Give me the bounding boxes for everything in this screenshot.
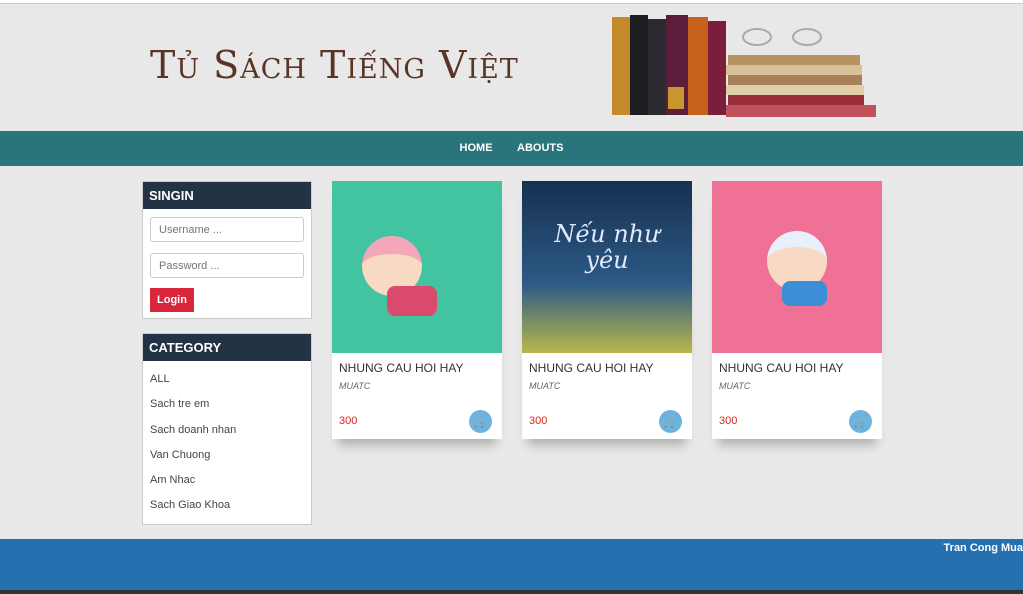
product-price: 300: [529, 415, 548, 427]
nav-abouts[interactable]: ABOUTS: [517, 131, 563, 166]
cart-icon[interactable]: 🛒: [469, 410, 492, 433]
product-author: MUATC: [529, 381, 561, 391]
product-title[interactable]: NHUNG CAU HOI HAY: [339, 361, 495, 375]
product-card[interactable]: Nếu như yêu NHUNG CAU HOI HAY MUATC 300 …: [522, 181, 692, 439]
category-item[interactable]: ALL: [143, 367, 311, 392]
category-item[interactable]: Van Chuong: [143, 443, 311, 468]
category-item[interactable]: Sach Giao Khoa: [143, 493, 311, 518]
username-input[interactable]: [150, 217, 304, 242]
password-input[interactable]: [150, 253, 304, 278]
header-banner: Tủ Sách Tiếng Việt: [0, 5, 1023, 131]
product-author: MUATC: [339, 381, 371, 391]
product-image[interactable]: [332, 181, 502, 353]
top-border: [0, 0, 1023, 4]
product-card[interactable]: NHUNG CAU HOI HAY MUATC 300 🛒: [332, 181, 502, 439]
login-button[interactable]: Login: [150, 288, 194, 312]
bottom-border: [0, 590, 1023, 594]
category-item[interactable]: Am Nhac: [143, 468, 311, 493]
cart-icon[interactable]: 🛒: [849, 410, 872, 433]
cart-icon[interactable]: 🛒: [659, 410, 682, 433]
product-image[interactable]: Nếu như yêu: [522, 181, 692, 353]
site-title: Tủ Sách Tiếng Việt: [150, 43, 519, 87]
signin-panel: SINGIN Login: [142, 181, 312, 319]
product-image[interactable]: [712, 181, 882, 353]
nav-home[interactable]: HOME: [460, 131, 493, 166]
product-price: 300: [339, 415, 358, 427]
category-panel: CATEGORY ALL Sach tre em Sach doanh nhan…: [142, 333, 312, 525]
product-price: 300: [719, 415, 738, 427]
category-item[interactable]: Sach tre em: [143, 392, 311, 417]
footer: Tran Cong Mua: [0, 539, 1023, 590]
product-card[interactable]: NHUNG CAU HOI HAY MUATC 300 🛒: [712, 181, 882, 439]
product-author: MUATC: [719, 381, 751, 391]
category-title: CATEGORY: [143, 334, 311, 361]
category-item[interactable]: Sach doanh nhan: [143, 418, 311, 443]
books-illustration: [612, 15, 876, 117]
footer-author: Tran Cong Mua: [943, 542, 1023, 554]
product-title[interactable]: NHUNG CAU HOI HAY: [529, 361, 685, 375]
main-nav: HOME ABOUTS: [0, 131, 1023, 166]
signin-title: SINGIN: [143, 182, 311, 209]
cover-text: Nếu như yêu: [554, 220, 660, 274]
product-title[interactable]: NHUNG CAU HOI HAY: [719, 361, 875, 375]
